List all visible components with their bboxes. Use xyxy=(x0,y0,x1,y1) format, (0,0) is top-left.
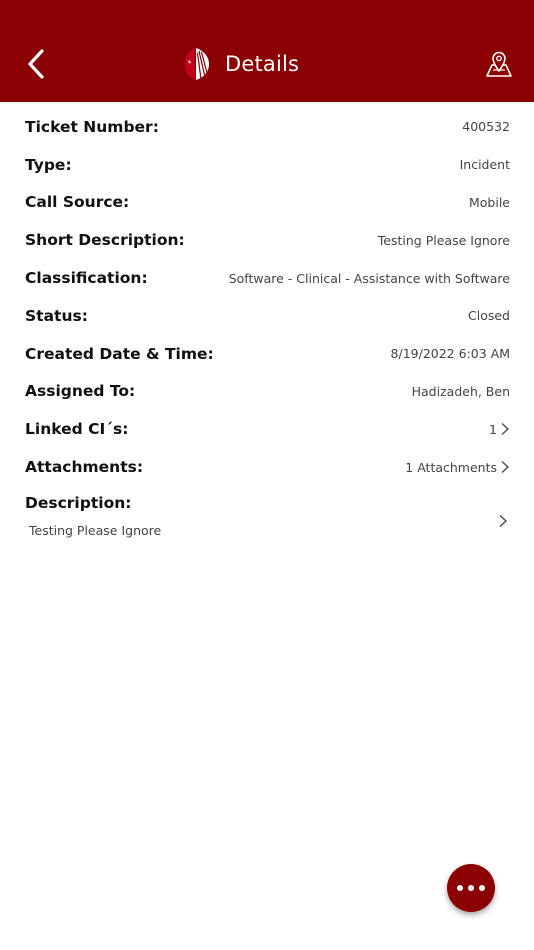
detail-value-link[interactable]: 1 xyxy=(489,422,510,437)
detail-value-link[interactable]: 1 Attachments xyxy=(405,460,510,475)
detail-label: Ticket Number: xyxy=(25,117,159,136)
detail-row-created-date: Created Date & Time: 8/19/2022 6:03 AM xyxy=(0,335,534,373)
detail-label: Attachments: xyxy=(25,458,144,477)
more-horizontal-icon xyxy=(455,885,488,891)
detail-value: Hadizadeh, Ben xyxy=(411,383,510,399)
detail-row-classification: Classification: Software - Clinical - As… xyxy=(0,259,534,297)
more-actions-button[interactable] xyxy=(447,864,495,912)
detail-row-call-source: Call Source: Mobile xyxy=(0,184,534,222)
detail-row-description[interactable]: Description: Testing Please Ignore xyxy=(0,486,534,546)
detail-value: 400532 xyxy=(462,119,510,135)
description-label: Description: xyxy=(25,493,132,512)
description-text: Testing Please Ignore xyxy=(29,522,162,538)
detail-row-type: Type: Incident xyxy=(0,146,534,184)
detail-value: Software - Clinical - Assistance with So… xyxy=(228,270,510,286)
detail-label: Type: xyxy=(25,155,72,174)
detail-value: Closed xyxy=(468,308,510,324)
map-button[interactable] xyxy=(483,48,515,80)
back-button[interactable] xyxy=(22,46,50,82)
detail-value: Incident xyxy=(459,157,510,173)
svg-text:*: * xyxy=(188,59,192,68)
detail-row-short-description: Short Description: Testing Please Ignore xyxy=(0,221,534,259)
detail-row-linked-cis[interactable]: Linked CI´s: 1 xyxy=(0,410,534,448)
detail-value: Testing Please Ignore xyxy=(377,232,510,248)
detail-row-attachments[interactable]: Attachments: 1 Attachments xyxy=(0,448,534,486)
attachments-count: 1 Attachments xyxy=(405,459,497,475)
detail-label: Created Date & Time: xyxy=(25,344,214,363)
linked-cis-count: 1 xyxy=(489,421,497,437)
header-title-group: * Details xyxy=(183,46,299,82)
chevron-right-icon[interactable] xyxy=(498,514,508,528)
ticket-details: Ticket Number: 400532 Type: Incident Cal… xyxy=(0,108,534,546)
chevron-left-icon xyxy=(28,49,44,79)
detail-row-ticket-number: Ticket Number: 400532 xyxy=(0,108,534,146)
chevron-right-icon xyxy=(501,423,509,436)
detail-label: Linked CI´s: xyxy=(25,420,129,439)
app-logo-icon: * xyxy=(185,48,209,80)
chevron-right-icon xyxy=(501,461,509,474)
detail-label: Status: xyxy=(25,306,88,325)
detail-label: Classification: xyxy=(25,269,148,288)
detail-row-assigned-to: Assigned To: Hadizadeh, Ben xyxy=(0,373,534,411)
detail-label: Assigned To: xyxy=(25,382,136,401)
detail-label: Short Description: xyxy=(25,231,185,250)
detail-value: Mobile xyxy=(468,194,510,210)
app-header: * Details xyxy=(0,0,534,102)
detail-value: 8/19/2022 6:03 AM xyxy=(390,346,510,362)
map-pin-icon xyxy=(486,51,512,77)
detail-label: Call Source: xyxy=(25,193,130,212)
detail-row-status: Status: Closed xyxy=(0,297,534,335)
page-title: Details xyxy=(225,52,300,76)
